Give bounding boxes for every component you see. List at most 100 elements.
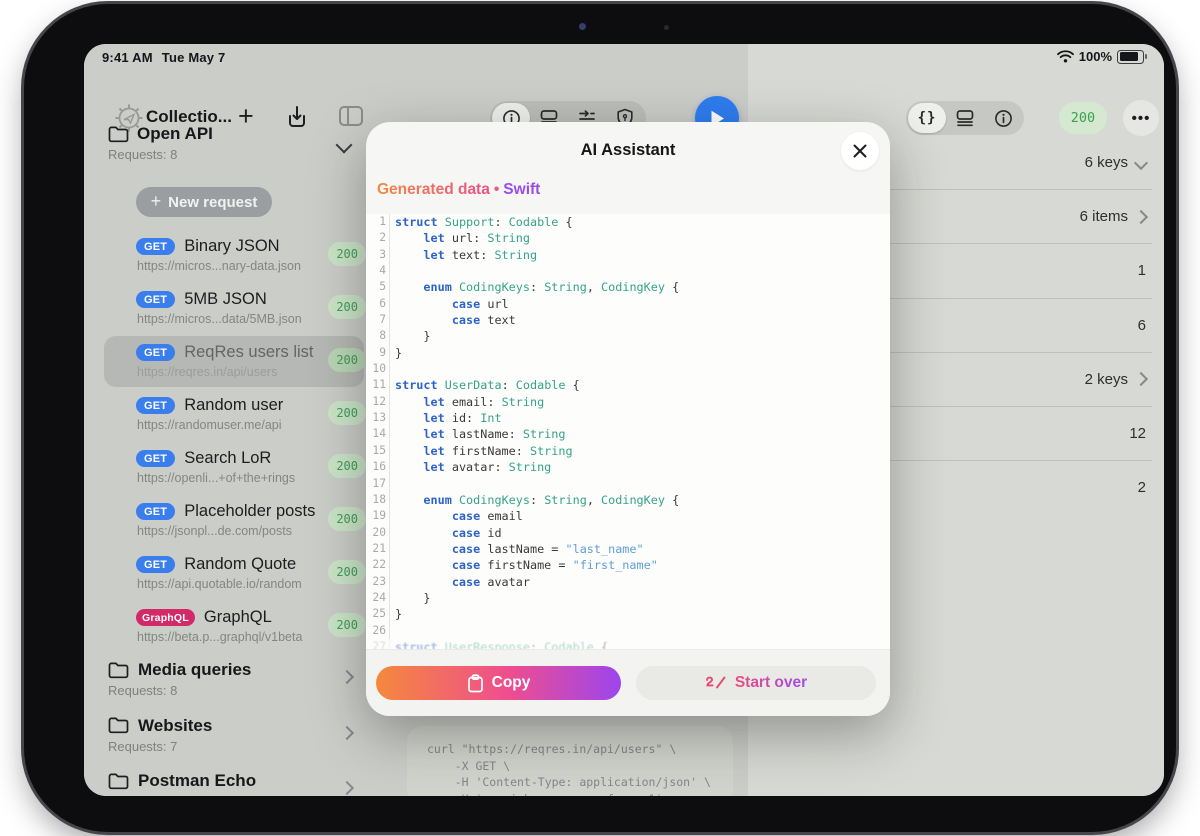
folder-icon: [108, 773, 129, 790]
response-status-badge[interactable]: 200: [1059, 102, 1107, 134]
request-name: ReqRes users list: [184, 343, 313, 362]
method-badge: GET: [136, 450, 175, 467]
folder-count: Requests: 8: [108, 147, 368, 162]
code-line: 25}: [366, 606, 890, 622]
battery-percent: 100%: [1079, 49, 1112, 64]
code-line: 15 let firstName: String: [366, 443, 890, 459]
app-screen: 9:41 AMTue May 7 100% Collectio... +: [84, 44, 1164, 796]
tab-response-info[interactable]: [984, 103, 1022, 133]
code-line: 19 case email: [366, 508, 890, 524]
response-value: 6 keys: [1085, 154, 1128, 171]
request-url: https://micros...nary-data.json: [137, 259, 301, 273]
curl-line: curl "https://reqres.in/api/users" \: [427, 741, 733, 758]
response-value: 2: [1138, 479, 1146, 496]
method-badge: GET: [136, 397, 175, 414]
request-url: https://randomuser.me/api: [137, 418, 283, 432]
request-url: https://beta.p...graphql/v1beta: [137, 630, 302, 644]
chevron-right-icon: [340, 781, 354, 795]
response-value: 2 keys: [1085, 371, 1128, 388]
code-line: 10: [366, 361, 890, 377]
new-request-label: New request: [168, 194, 257, 211]
generated-data-label: Generated data•Swift: [377, 181, 540, 199]
status-badge: 200: [328, 295, 366, 319]
code-line: 13 let id: Int: [366, 410, 890, 426]
status-badge: 200: [328, 454, 366, 478]
plus-icon: +: [151, 191, 162, 212]
folder-count: Requests: 8: [108, 683, 251, 698]
copy-button[interactable]: Copy: [376, 666, 621, 700]
curl-line: -H 'x-api-key: reqres-free-v1': [427, 791, 733, 797]
tab-raw-json[interactable]: {}: [908, 103, 946, 133]
folder-name: Media queries: [138, 660, 251, 680]
copy-label: Copy: [492, 674, 531, 692]
folder-icon: [108, 662, 129, 679]
code-line: 21 case lastName = "last_name": [366, 541, 890, 557]
start-over-button[interactable]: Start over: [636, 666, 876, 700]
code-line: 4: [366, 263, 890, 279]
request-url: https://jsonpl...de.com/posts: [137, 524, 315, 538]
request-name: Random Quote: [184, 555, 296, 574]
response-value: 6 items: [1080, 208, 1128, 225]
more-menu-button[interactable]: •••: [1123, 100, 1159, 136]
code-line: 23 case avatar: [366, 574, 890, 590]
folder-count: Requests: 7: [108, 739, 212, 754]
code-line: 2 let url: String: [366, 230, 890, 246]
status-bar: 9:41 AM Tue May 7 100%: [84, 44, 1164, 70]
code-line: 20 case id: [366, 525, 890, 541]
request-url: https://api.quotable.io/random: [137, 577, 302, 591]
generated-code-editor[interactable]: 1struct Support: Codable {2 let url: Str…: [366, 214, 890, 650]
chevron-right-icon: [340, 670, 354, 684]
modal-footer: Copy Start over: [366, 649, 890, 716]
code-line: 24 }: [366, 590, 890, 606]
response-value: 6: [1138, 317, 1146, 334]
battery-icon: [1117, 50, 1144, 64]
new-request-button[interactable]: + New request: [136, 187, 272, 217]
chevron-right-icon: [1134, 210, 1148, 224]
response-view-segmented-control: {}: [906, 101, 1024, 135]
chevron-right-icon: [340, 725, 354, 739]
code-line: 14 let lastName: String: [366, 426, 890, 442]
sidebar-folder[interactable]: Postman Echo: [84, 761, 432, 796]
response-value: 1: [1138, 262, 1146, 279]
curl-line: -H 'Content-Type: application/json' \: [427, 774, 733, 791]
code-line: 3 let text: String: [366, 247, 890, 263]
request-name: 5MB JSON: [184, 290, 267, 309]
folder-icon: [108, 126, 129, 143]
method-badge: GET: [136, 556, 175, 573]
code-line: 6 case url: [366, 296, 890, 312]
code-line: 8 }: [366, 328, 890, 344]
status-badge: 200: [328, 613, 366, 637]
ipad-mockup: 9:41 AMTue May 7 100% Collectio... +: [0, 0, 1200, 836]
code-line: 1struct Support: Codable {: [366, 214, 890, 230]
code-line: 12 let email: String: [366, 394, 890, 410]
code-line: 26: [366, 623, 890, 639]
request-name: Search LoR: [184, 449, 271, 468]
status-time: 9:41 AM: [102, 50, 153, 65]
request-url: https://openli...+of+the+rings: [137, 471, 295, 485]
close-button[interactable]: [841, 132, 879, 170]
tab-pretty[interactable]: [946, 103, 984, 133]
status-date: Tue May 7: [162, 50, 226, 65]
code-line: 17: [366, 476, 890, 492]
method-badge: GET: [136, 503, 175, 520]
curl-snippet-card: curl "https://reqres.in/api/users" \ -X …: [407, 726, 733, 796]
status-badge: 200: [328, 401, 366, 425]
request-name: Random user: [184, 396, 283, 415]
camera-sensor: [664, 25, 669, 30]
wifi-icon: [1057, 50, 1074, 63]
status-badge: 200: [328, 507, 366, 531]
modal-title: AI Assistant: [366, 141, 890, 160]
close-icon: [852, 143, 868, 159]
status-badge: 200: [328, 348, 366, 372]
device-frame: 9:41 AMTue May 7 100% Collectio... +: [24, 4, 1176, 832]
code-line: 18 enum CodingKeys: String, CodingKey {: [366, 492, 890, 508]
open-folder-header[interactable]: Open API Requests: 8: [108, 124, 368, 162]
request-url: https://micros...data/5MB.json: [137, 312, 302, 326]
curl-line: -X GET \: [427, 758, 733, 775]
scribble-pen-icon: [705, 675, 727, 691]
code-line: 7 case text: [366, 312, 890, 328]
folder-name: Websites: [138, 716, 212, 736]
folder-name: Open API: [137, 124, 213, 144]
request-url: https://reqres.in/api/users: [137, 365, 314, 379]
request-name: GraphQL: [204, 608, 272, 627]
